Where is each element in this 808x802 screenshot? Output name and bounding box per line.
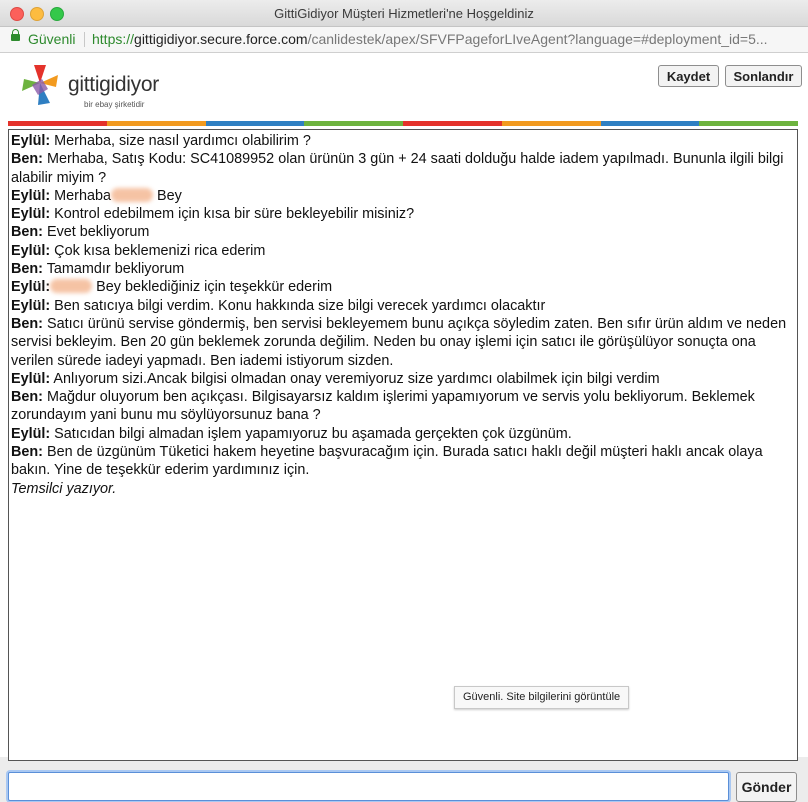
chat-message: Eylül: Kontrol edebilmem için kısa bir s…: [11, 205, 795, 223]
address-bar[interactable]: Güvenli https://gittigidiyor.secure.forc…: [0, 27, 808, 53]
secure-label[interactable]: Güvenli: [28, 27, 75, 52]
lock-icon[interactable]: [11, 29, 20, 41]
stripe-segment: [8, 121, 107, 126]
message-speaker: Eylül:: [11, 370, 51, 387]
gittigidiyor-logo: gittigidiyor bir ebay şirketidir: [20, 63, 180, 113]
message-text: Satıcıdan bilgi almadan işlem yapamıyoru…: [50, 425, 572, 442]
message-speaker: Ben:: [11, 224, 43, 241]
chat-message: Eylül: Satıcıdan bilgi almadan işlem yap…: [11, 425, 795, 443]
message-text: Tamamdır bekliyorum: [42, 261, 185, 278]
stripe-segment: [304, 121, 403, 126]
message-text: Merhaba, size nasıl yardımcı olabilirim …: [50, 133, 311, 149]
message-speaker: Ben:: [11, 389, 43, 406]
message-list: Eylül: Merhaba, size nasıl yardımcı olab…: [9, 130, 797, 500]
typing-indicator: Temsilci yazıyor.: [11, 480, 117, 497]
chat-message: Ben: Tamamdır bekliyorum: [11, 260, 795, 278]
stripe-segment: [501, 121, 601, 126]
chat-message: Eylül: Merhaba, size nasıl yardımcı olab…: [11, 132, 795, 150]
chat-message: Ben: Mağdur oluyorum ben açıkçası. Bilgi…: [11, 388, 795, 425]
message-text-continued: Bey: [152, 187, 182, 204]
window-title: GittiGidiyor Müşteri Hizmetleri'ne Hoşge…: [274, 6, 534, 21]
send-button[interactable]: Gönder: [736, 772, 797, 802]
save-button[interactable]: Kaydet: [658, 65, 719, 87]
chat-message: Eylül: Çok kısa beklemenizi rica ederim: [11, 242, 795, 260]
stripe-segment: [600, 121, 700, 126]
chat-message: Ben: Merhaba, Satış Kodu: SC41089952 ola…: [11, 150, 795, 187]
message-text: Anlıyorum sizi.Ancak bilgisi olmadan ona…: [50, 370, 660, 387]
url-host: gittigidiyor.secure.force.com: [134, 31, 308, 47]
message-text: Çok kısa beklemenizi rica ederim: [50, 242, 266, 259]
message-text: Merhaba, Satış Kodu: SC41089952 olan ürü…: [11, 151, 784, 186]
message-speaker: Eylül:: [11, 187, 51, 204]
url-scheme: https://: [92, 31, 135, 47]
logo-mark-icon: [22, 65, 58, 105]
message-speaker: Ben:: [11, 315, 43, 332]
window-titlebar: GittiGidiyor Müşteri Hizmetleri'ne Hoşge…: [0, 0, 808, 27]
end-chat-button[interactable]: Sonlandır: [725, 65, 802, 87]
message-speaker: Eylül:: [11, 297, 51, 314]
message-speaker: Eylül:: [11, 279, 51, 296]
address-divider: [84, 32, 85, 47]
message-text: Satıcı ürünü servise göndermiş, ben serv…: [11, 315, 787, 369]
message-input[interactable]: [8, 772, 729, 801]
chat-message: Ben: Satıcı ürünü servise göndermiş, ben…: [11, 315, 795, 370]
logo-subtitle: bir ebay şirketidir: [84, 100, 145, 109]
chat-transcript[interactable]: Eylül: Merhaba, size nasıl yardımcı olab…: [8, 129, 798, 761]
security-tooltip: Güvenli. Site bilgilerini görüntüle: [454, 686, 630, 709]
stripe-segment: [403, 121, 502, 126]
message-speaker: Eylül:: [11, 206, 51, 223]
chat-message: Eylül: Merhaba Bey: [11, 187, 795, 205]
message-speaker: Ben:: [11, 444, 43, 461]
url-text[interactable]: https://gittigidiyor.secure.force.com/ca…: [92, 27, 768, 52]
message-speaker: Ben:: [11, 151, 43, 168]
chat-message: Eylül: Bey beklediğiniz için teşekkür ed…: [11, 278, 795, 296]
message-speaker: Eylül:: [11, 133, 51, 149]
message-text: Evet bekliyorum: [42, 224, 150, 241]
chat-message: Ben: Evet bekliyorum: [11, 223, 795, 241]
stripe-segment: [699, 121, 798, 126]
brand-color-stripe: [8, 121, 798, 126]
stripe-segment: [205, 121, 305, 126]
message-speaker: Eylül:: [11, 425, 51, 442]
redacted-name: [110, 187, 153, 202]
chat-message: Eylül: Anlıyorum sizi.Ancak bilgisi olma…: [11, 370, 795, 388]
chat-message: Ben: Ben de üzgünüm Tüketici hakem heyet…: [11, 443, 795, 480]
message-text: Ben de üzgünüm Tüketici hakem heyetine b…: [11, 444, 763, 479]
message-text-continued: Bey beklediğiniz için teşekkür ederim: [92, 279, 333, 296]
message-text: Mağdur oluyorum ben açıkçası. Bilgisayar…: [11, 389, 755, 424]
message-speaker: Ben:: [11, 261, 43, 278]
message-text: Merhaba: [50, 187, 111, 204]
redacted-name: [50, 279, 93, 294]
chat-page: gittigidiyor bir ebay şirketidir Kaydet …: [0, 53, 808, 802]
message-text: Ben satıcıya bilgi verdim. Konu hakkında…: [50, 297, 546, 314]
message-text: Kontrol edebilmem için kısa bir süre bek…: [50, 206, 415, 223]
stripe-segment: [106, 121, 206, 126]
message-speaker: Eylül:: [11, 242, 51, 259]
chat-message: Eylül: Ben satıcıya bilgi verdim. Konu h…: [11, 297, 795, 315]
logo-wordmark: gittigidiyor: [68, 73, 159, 96]
url-path: /canlidestek/apex/SFVFPageforLIveAgent?l…: [307, 31, 768, 47]
